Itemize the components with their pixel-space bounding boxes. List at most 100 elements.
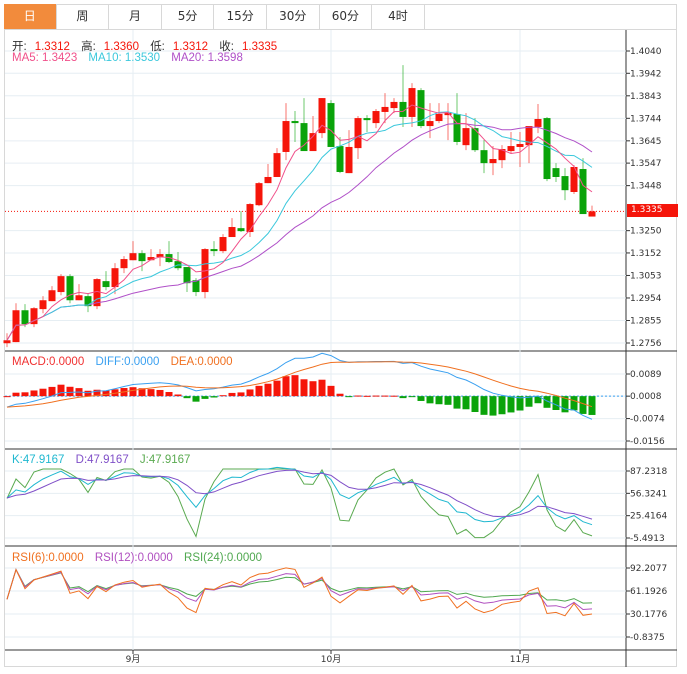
kdj-tick-label: 25.4164 — [630, 512, 667, 522]
candle-body — [336, 146, 344, 172]
macd-bar — [435, 396, 443, 405]
candle — [561, 168, 569, 201]
candle — [282, 103, 290, 161]
candle-body — [183, 267, 191, 284]
macd-bar — [21, 392, 29, 397]
candle — [129, 241, 137, 261]
candle-body — [255, 183, 263, 206]
candle-body — [102, 281, 110, 288]
candle — [345, 130, 353, 174]
candle-body — [552, 168, 560, 177]
rsi-tick-label: 92.2077 — [630, 564, 667, 574]
candle — [219, 234, 227, 254]
candle — [291, 111, 299, 142]
j-line — [6, 468, 593, 539]
candle — [390, 98, 398, 114]
candle — [228, 218, 236, 238]
candle — [93, 278, 101, 310]
candle — [120, 256, 128, 274]
ma10-value: MA10: 1.3530 — [88, 52, 161, 64]
candle-body — [228, 227, 236, 238]
candle — [210, 241, 218, 257]
macd-bar — [327, 385, 335, 397]
price-tick-label: 1.2756 — [630, 339, 662, 349]
candle-body — [516, 144, 524, 147]
macd-bar — [363, 395, 371, 397]
candle — [498, 145, 506, 169]
price-tick-label: 1.3448 — [630, 182, 662, 192]
candle-body — [462, 128, 470, 146]
kdj-legend: K:47.9167 D:47.9167 J:47.9167 — [12, 454, 198, 466]
candle — [138, 250, 146, 272]
diff-value: DIFF:0.0000 — [95, 356, 160, 368]
macd-tick-label: 0.0008 — [630, 392, 662, 402]
candle-body — [21, 310, 29, 325]
candle — [102, 271, 110, 291]
macd-bar — [489, 396, 497, 416]
macd-bar — [444, 396, 452, 405]
x-axis-label: 9月 — [126, 654, 141, 665]
price-tick-label: 1.4040 — [630, 47, 662, 57]
candle — [66, 274, 74, 304]
candle-body — [291, 121, 299, 124]
price-tick-label: 1.3547 — [630, 159, 662, 169]
candle-body — [264, 176, 272, 184]
macd-bar — [507, 396, 515, 413]
candle — [489, 146, 497, 176]
d-value: D:47.9167 — [75, 454, 129, 466]
price-tick-label: 1.3152 — [630, 249, 662, 259]
candle — [426, 103, 434, 139]
candle-body — [237, 228, 245, 232]
candle-body — [57, 276, 65, 293]
candle — [165, 241, 173, 264]
candle-body — [129, 253, 137, 261]
candle — [84, 293, 92, 313]
candle-body — [372, 111, 380, 124]
macd-bar — [165, 392, 173, 397]
macd-bar — [228, 392, 236, 397]
macd-legend: MACD:0.0000 DIFF:0.0000 DEA:0.0000 — [12, 356, 241, 368]
candle-body — [381, 106, 389, 112]
macd-bar — [273, 380, 281, 397]
macd-bar — [210, 396, 218, 398]
kdj-tick-label: -5.4913 — [630, 534, 665, 544]
candle-body — [480, 150, 488, 164]
j-value: J:47.9167 — [139, 454, 191, 466]
macd-bar — [498, 396, 506, 415]
macd-bar — [354, 395, 362, 397]
k-value: K:47.9167 — [12, 454, 65, 466]
price-tick-label: 1.3942 — [630, 69, 662, 79]
candle — [12, 303, 20, 343]
macd-tick-label: -0.0156 — [630, 437, 665, 447]
candle — [570, 165, 578, 195]
candle — [372, 108, 380, 129]
macd-bar — [570, 396, 578, 411]
candle — [471, 118, 479, 152]
kline-chart[interactable]: 9月 10月 11月 1.4040 1.3942 1.3843 1.3744 1.3645 1.… — [0, 0, 687, 674]
macd-bar — [462, 396, 470, 410]
candle-body — [471, 128, 479, 151]
candle — [336, 136, 344, 174]
macd-bar — [336, 393, 344, 397]
candle-body — [561, 176, 569, 191]
rsi24-value: RSI(24):0.0000 — [184, 552, 263, 564]
candle — [237, 211, 245, 233]
macd-bar — [84, 390, 92, 397]
candle — [57, 274, 65, 296]
dea-value: DEA:0.0000 — [170, 356, 233, 368]
candle — [552, 163, 560, 182]
candle — [39, 296, 47, 314]
macd-tick-label: -0.0074 — [630, 415, 665, 425]
price-tick-label: 1.2855 — [630, 316, 662, 326]
candle-body — [120, 259, 128, 269]
x-axis-label: 11月 — [510, 654, 530, 665]
candle-body — [579, 169, 587, 215]
macd-bar — [552, 396, 560, 410]
macd-bar — [237, 392, 245, 397]
candle — [588, 205, 596, 217]
rsi6-value: RSI(6):0.0000 — [12, 552, 84, 564]
macd-bar — [372, 395, 380, 397]
candle-body — [75, 295, 83, 301]
candle-body — [3, 340, 11, 344]
candle — [318, 98, 326, 139]
